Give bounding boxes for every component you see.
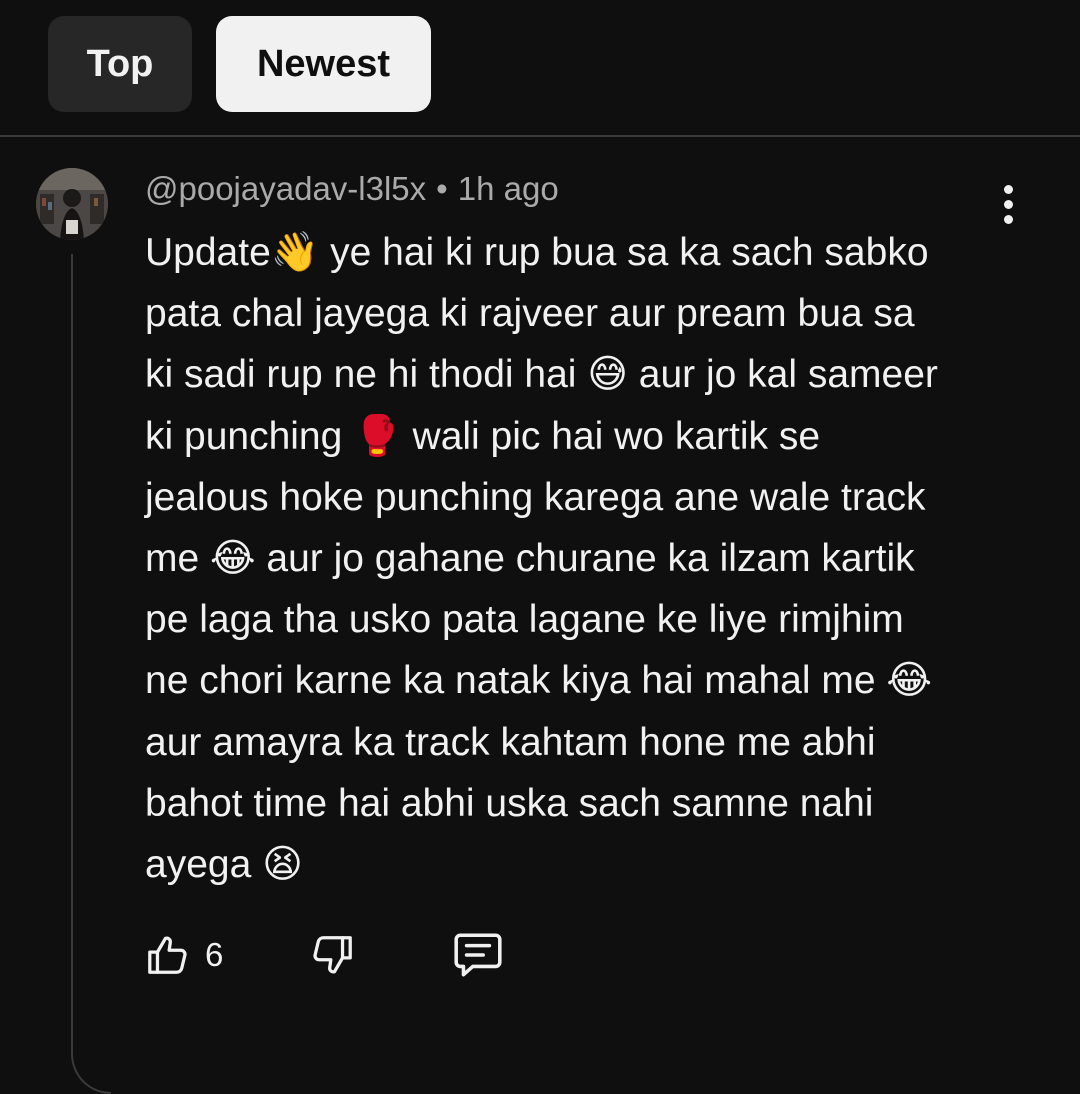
thumb-down-icon [309,932,355,978]
comment-line: Update👋 ye hai ki rup bua sa ka sach sab… [145,231,929,274]
dislike-button[interactable] [309,932,355,978]
comment-line: pe laga tha usko pata lagane ke liye rim… [145,598,904,642]
comment-author[interactable]: @poojayadav-l3l5x [145,170,426,207]
more-vert-icon[interactable] [988,184,1028,224]
comment-line: ayega 😫 [145,843,303,887]
comment-line: ki sadi rup ne hi thodi hai 😅 aur jo kal… [145,353,938,397]
comment-timestamp[interactable]: 1h ago [458,170,559,207]
meta-separator: • [436,170,448,207]
comment-sort-tabs: Top Newest [48,16,431,112]
more-dot [1003,199,1013,209]
reply-button[interactable] [451,930,505,980]
comment-line: ki punching 🥊 wali pic hai wo kartik se [145,414,821,458]
thread-line [71,254,111,1094]
thumb-up-icon [145,932,191,978]
comment-line: me 😂 aur jo gahane churane ka ilzam kart… [145,537,915,581]
comment-text: Update👋 ye hai ki rup bua sa ka sach sab… [145,222,1025,895]
comment-meta: @poojayadav-l3l5x • 1h ago [145,170,559,208]
comment-line: ne chori karne ka natak kiya hai mahal m… [145,659,932,703]
comment-icon [451,930,505,980]
more-dot [1003,184,1013,194]
avatar[interactable] [36,168,108,240]
like-button[interactable]: 6 [145,932,223,978]
sort-top-chip[interactable]: Top [48,16,192,112]
comment-line: jealous hoke punching karega ane wale tr… [145,475,926,519]
like-count: 6 [205,936,224,973]
comment-actions: 6 [145,930,505,980]
comment-line: bahot time hai abhi uska sach samne nahi [145,781,874,825]
divider [0,135,1080,137]
sort-newest-chip[interactable]: Newest [216,16,431,112]
comment-line: pata chal jayega ki rajveer aur pream bu… [145,292,915,336]
comment-line: aur amayra ka track kahtam hone me abhi [145,720,876,764]
